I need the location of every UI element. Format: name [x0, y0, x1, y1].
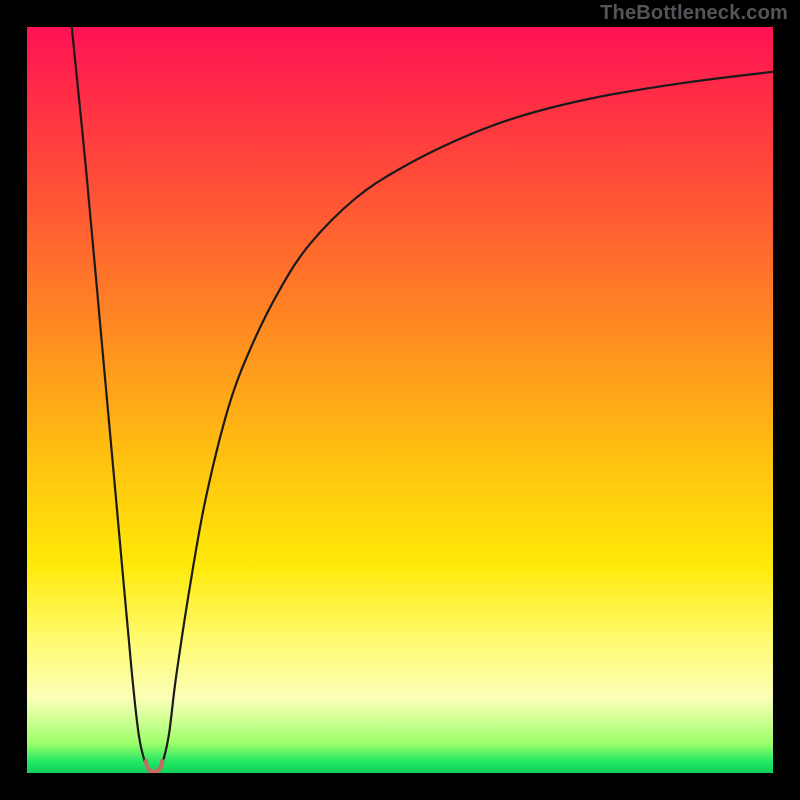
- curve-path: [72, 27, 773, 773]
- chart-root: TheBottleneck.com: [0, 0, 800, 800]
- attribution-label: TheBottleneck.com: [600, 2, 788, 25]
- bottleneck-curve: [27, 27, 773, 773]
- plot-area: [27, 27, 773, 773]
